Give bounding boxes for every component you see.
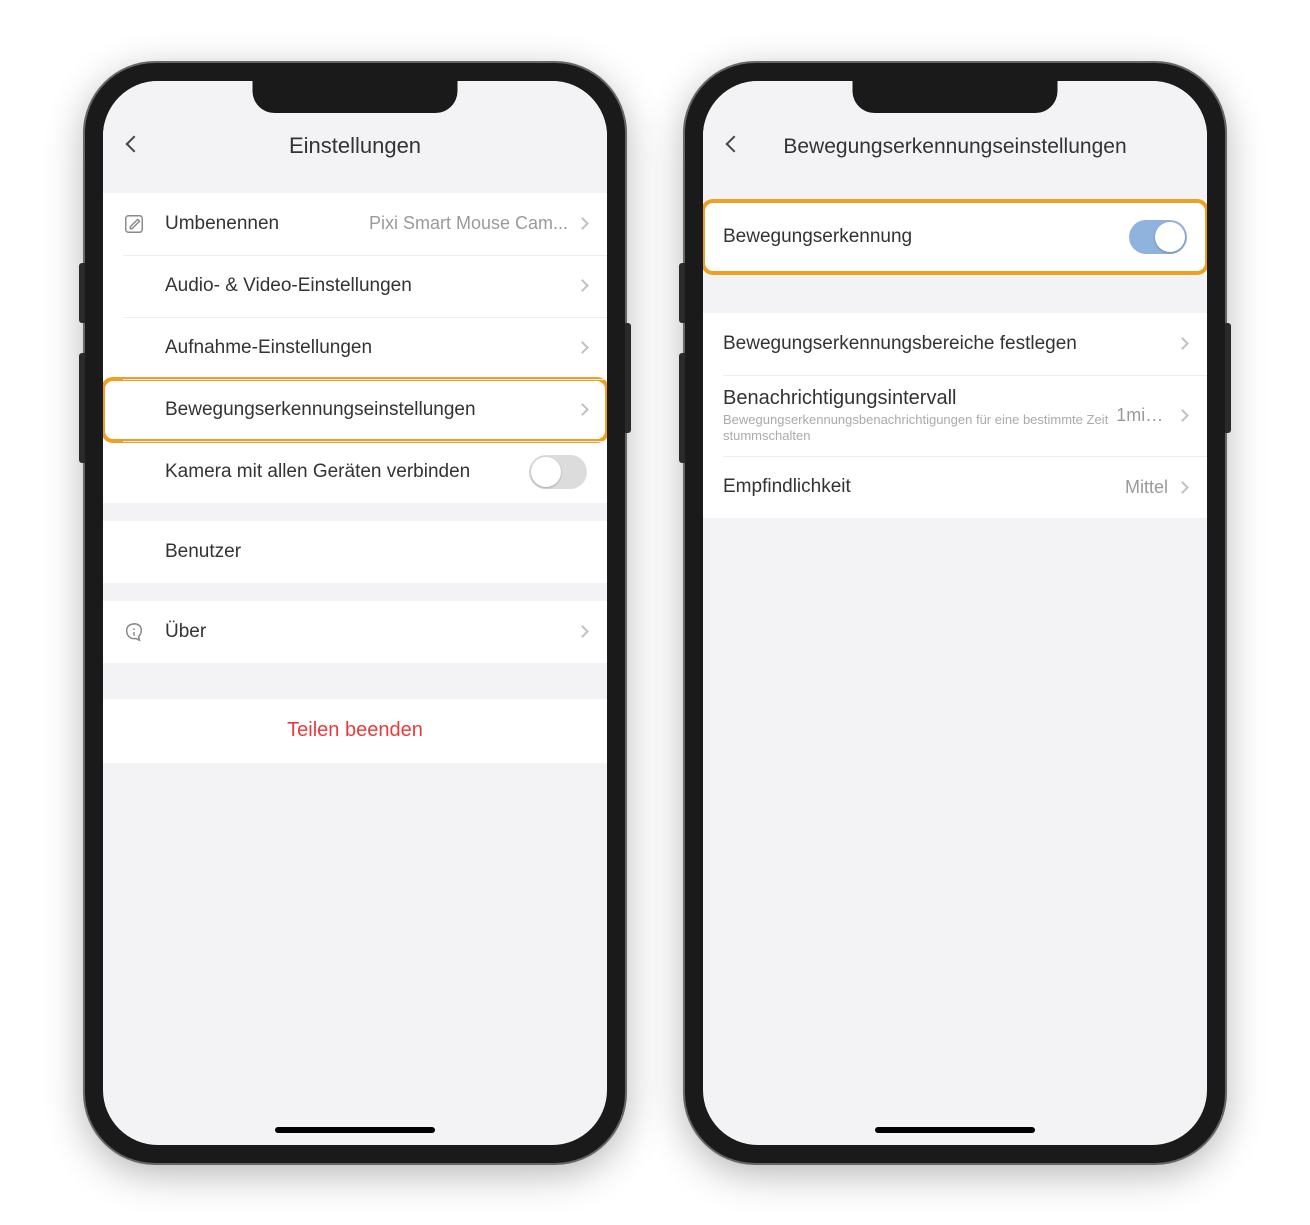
- row-recording[interactable]: Aufnahme-Einstellungen: [103, 317, 607, 379]
- chevron-right-icon: [1176, 337, 1189, 350]
- chevron-right-icon: [576, 341, 589, 354]
- row-motion-settings[interactable]: Bewegungserkennungseinstellungen: [103, 379, 607, 441]
- row-value: Pixi Smart Mouse Cam...: [369, 213, 568, 234]
- settings-group-user: Benutzer: [103, 521, 607, 583]
- chevron-right-icon: [576, 279, 589, 292]
- phone-side-button: [1225, 323, 1231, 433]
- chevron-left-icon: [726, 135, 743, 152]
- motion-group-options: Bewegungserkennungsbereiche festlegen Be…: [703, 313, 1207, 519]
- motion-toggle[interactable]: [1129, 220, 1187, 254]
- home-indicator[interactable]: [275, 1127, 435, 1133]
- connect-toggle[interactable]: [529, 455, 587, 489]
- row-label: Über: [165, 621, 206, 643]
- row-label: Audio- & Video-Einstellungen: [165, 275, 412, 297]
- chevron-right-icon: [1176, 409, 1189, 422]
- row-audio-video[interactable]: Audio- & Video-Einstellungen: [103, 255, 607, 317]
- page-title: Bewegungserkennungseinstellungen: [783, 135, 1126, 159]
- screen-right: Bewegungserkennungseinstellungen Bewegun…: [703, 81, 1207, 1145]
- stop-sharing-label: Teilen beenden: [287, 719, 423, 742]
- toggle-knob: [1155, 222, 1185, 252]
- row-label: Umbenennen: [165, 213, 279, 235]
- home-indicator[interactable]: [875, 1127, 1035, 1133]
- row-label: Bewegungserkennungsbereiche festlegen: [723, 333, 1077, 355]
- row-label: Bewegungserkennung: [723, 226, 912, 248]
- row-stop-sharing[interactable]: Teilen beenden: [103, 699, 607, 763]
- info-icon: [123, 621, 165, 643]
- phone-side-button: [625, 323, 631, 433]
- chevron-left-icon: [126, 135, 143, 152]
- row-label: Empfindlichkeit: [723, 476, 851, 498]
- chevron-right-icon: [576, 625, 589, 638]
- row-subtitle: Bewegungserkennungsbenachrichtigungen fü…: [723, 412, 1108, 445]
- row-connect-all[interactable]: Kamera mit allen Geräten verbinden: [103, 441, 607, 503]
- row-label: Bewegungserkennungseinstellungen: [165, 399, 476, 421]
- row-value: 1minute: [1116, 405, 1168, 426]
- phone-left: Einstellungen Umbenennen Pixi Smart Mous…: [85, 63, 625, 1163]
- settings-app: Einstellungen Umbenennen Pixi Smart Mous…: [103, 81, 607, 1145]
- row-set-areas[interactable]: Bewegungserkennungsbereiche festlegen: [703, 313, 1207, 375]
- notch: [253, 81, 458, 113]
- row-label: Aufnahme-Einstellungen: [165, 337, 372, 359]
- chevron-right-icon: [576, 217, 589, 230]
- phone-right: Bewegungserkennungseinstellungen Bewegun…: [685, 63, 1225, 1163]
- toggle-knob: [531, 457, 561, 487]
- chevron-right-icon: [1176, 481, 1189, 494]
- motion-content[interactable]: Bewegungserkennung Bewegungserkennungsbe…: [703, 171, 1207, 1145]
- screen-left: Einstellungen Umbenennen Pixi Smart Mous…: [103, 81, 607, 1145]
- row-rename[interactable]: Umbenennen Pixi Smart Mouse Cam...: [103, 193, 607, 255]
- row-value: Mittel: [1125, 477, 1168, 498]
- row-label: Benutzer: [165, 541, 241, 563]
- row-notification-interval[interactable]: Benachrichtigungsintervall Bewegungserke…: [703, 375, 1207, 457]
- motion-settings-app: Bewegungserkennungseinstellungen Bewegun…: [703, 81, 1207, 1145]
- page-title: Einstellungen: [289, 133, 421, 159]
- notch: [853, 81, 1058, 113]
- chevron-right-icon: [576, 403, 589, 416]
- row-label: Kamera mit allen Geräten verbinden: [165, 461, 470, 483]
- row-sensitivity[interactable]: Empfindlichkeit Mittel: [703, 456, 1207, 518]
- settings-group-about: Über: [103, 601, 607, 663]
- back-button[interactable]: [121, 131, 147, 157]
- row-label: Benachrichtigungsintervall: [723, 387, 1108, 410]
- motion-group-toggle: Bewegungserkennung: [703, 201, 1207, 273]
- settings-content[interactable]: Umbenennen Pixi Smart Mouse Cam... Audio…: [103, 171, 607, 1145]
- back-button[interactable]: [721, 131, 747, 157]
- settings-group-main: Umbenennen Pixi Smart Mouse Cam... Audio…: [103, 193, 607, 503]
- row-about[interactable]: Über: [103, 601, 607, 663]
- row-motion-detection[interactable]: Bewegungserkennung: [703, 201, 1207, 273]
- row-user[interactable]: Benutzer: [103, 521, 607, 583]
- interval-text-col: Benachrichtigungsintervall Bewegungserke…: [723, 387, 1108, 445]
- edit-icon: [123, 213, 165, 235]
